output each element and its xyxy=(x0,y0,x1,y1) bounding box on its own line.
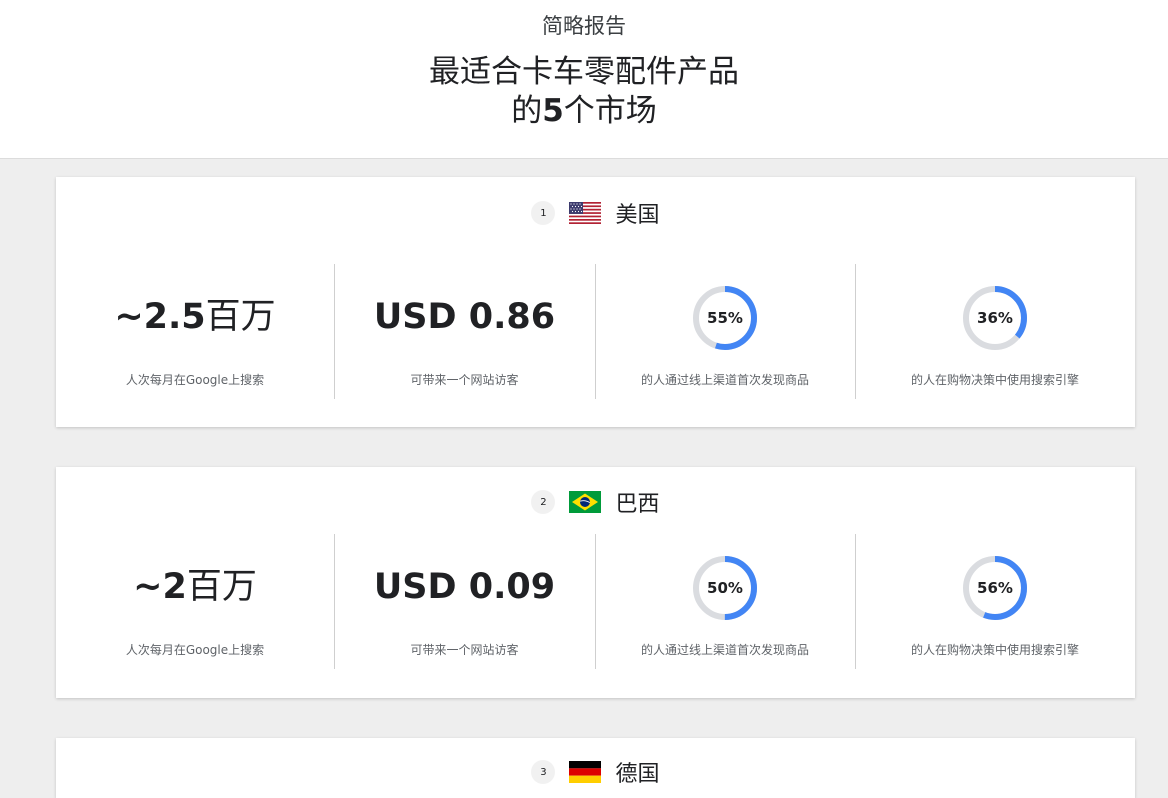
searches-caption: 人次每月在Google上搜索 xyxy=(125,373,265,387)
search-engine-donut: 36% xyxy=(962,285,1028,351)
rank-badge: 3 xyxy=(531,760,556,784)
us-flag-icon xyxy=(569,202,602,224)
market-card-header: 2 巴西 xyxy=(56,486,1135,518)
market-card-header: 1 美国 xyxy=(56,197,1135,229)
germany-flag-icon xyxy=(569,761,602,783)
discovery-caption: 的人通过线上渠道首次发现商品 xyxy=(640,643,809,657)
title-count: 5 xyxy=(542,93,564,129)
country-name: 巴西 xyxy=(615,492,660,517)
metric-search-engine-usage: 56% 的人在购物决策中使用搜索引擎 xyxy=(855,534,1135,669)
searches-value: ~2.5百万 xyxy=(56,294,334,340)
market-card-2: 2 巴西 ~2百万 人次每月在Google上搜索 USD 0.09 可带来一个网… xyxy=(56,467,1135,698)
report-subtitle: 简略报告 xyxy=(542,14,626,38)
title-suffix: 个市场 xyxy=(563,93,657,129)
search-engine-caption: 的人在购物决策中使用搜索引擎 xyxy=(910,643,1079,657)
discovery-percent: 55% xyxy=(707,309,743,327)
search-engine-percent: 56% xyxy=(977,579,1013,597)
country-name: 德国 xyxy=(615,762,660,787)
cost-value: USD 0.86 xyxy=(334,294,595,340)
report-header: 简略报告 最适合卡车零配件产品 的5个市场 xyxy=(0,0,1168,159)
metric-monthly-searches: ~2百万 人次每月在Google上搜索 xyxy=(56,534,334,669)
searches-caption: 人次每月在Google上搜索 xyxy=(125,643,265,657)
brazil-flag-icon xyxy=(569,491,602,513)
cost-caption: 可带来一个网站访客 xyxy=(410,643,519,657)
search-engine-donut: 56% xyxy=(962,555,1028,621)
metric-search-engine-usage: 36% 的人在购物决策中使用搜索引擎 xyxy=(855,264,1135,399)
discovery-donut: 50% xyxy=(692,555,758,621)
market-card-3: 3 德国 xyxy=(56,738,1135,798)
report-title: 最适合卡车零配件产品 的5个市场 xyxy=(0,53,1168,131)
metric-cost-per-visitor: USD 0.86 可带来一个网站访客 xyxy=(334,264,595,399)
report-title-line1: 最适合卡车零配件产品 xyxy=(429,54,739,90)
metric-cost-per-visitor: USD 0.09 可带来一个网站访客 xyxy=(334,534,595,669)
cost-number: USD 0.09 xyxy=(373,567,556,607)
searches-number: ~2.5 xyxy=(114,297,206,337)
search-engine-caption: 的人在购物决策中使用搜索引擎 xyxy=(910,373,1079,387)
cost-value: USD 0.09 xyxy=(334,564,595,610)
rank-badge: 2 xyxy=(531,490,556,514)
market-metrics: ~2.5百万 人次每月在Google上搜索 USD 0.86 可带来一个网站访客… xyxy=(56,264,1135,399)
discovery-percent: 50% xyxy=(707,579,743,597)
discovery-donut: 55% xyxy=(692,285,758,351)
metric-monthly-searches: ~2.5百万 人次每月在Google上搜索 xyxy=(56,264,334,399)
market-card-header: 3 德国 xyxy=(56,756,1135,788)
title-prefix: 的 xyxy=(511,93,543,129)
cost-caption: 可带来一个网站访客 xyxy=(410,373,519,387)
searches-unit: 百万 xyxy=(205,297,276,337)
search-engine-percent: 36% xyxy=(977,309,1013,327)
market-metrics: ~2百万 人次每月在Google上搜索 USD 0.09 可带来一个网站访客 5… xyxy=(56,534,1135,669)
report-title-line2: 的5个市场 xyxy=(0,92,1168,131)
metric-online-discovery: 55% 的人通过线上渠道首次发现商品 xyxy=(595,264,855,399)
metric-online-discovery: 50% 的人通过线上渠道首次发现商品 xyxy=(595,534,855,669)
country-name: 美国 xyxy=(615,203,660,228)
cost-number: USD 0.86 xyxy=(373,297,556,337)
discovery-caption: 的人通过线上渠道首次发现商品 xyxy=(640,373,809,387)
rank-badge: 1 xyxy=(531,201,556,225)
searches-value: ~2百万 xyxy=(56,564,334,610)
searches-number: ~2 xyxy=(133,567,187,607)
market-card-1: 1 美国 ~2.5百万 人次每月在Google上搜索 USD 0.86 可带来一… xyxy=(56,177,1135,427)
searches-unit: 百万 xyxy=(186,567,257,607)
